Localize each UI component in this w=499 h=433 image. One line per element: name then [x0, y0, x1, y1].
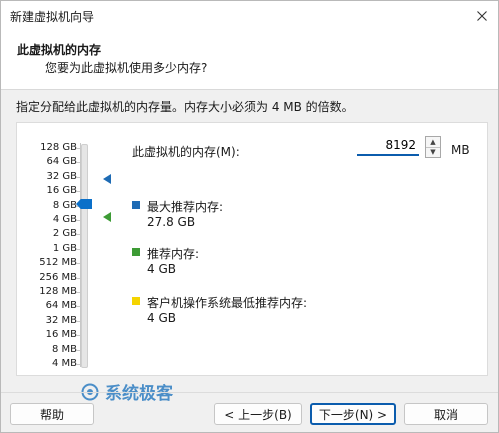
help-button[interactable]: 帮助	[10, 403, 94, 425]
memory-panel: 128 GB 64 GB 32 GB 16 GB 8 GB 4 GB 2 GB …	[16, 122, 488, 376]
memory-label: 此虚拟机的内存(M):	[132, 145, 240, 159]
scale-tick	[76, 292, 80, 293]
recommended-swatch	[132, 248, 140, 256]
back-button[interactable]: < 上一步(B)	[214, 403, 302, 425]
scale-tick	[76, 278, 80, 279]
scale-label: 32 GB	[46, 171, 77, 182]
recommended-title: 推荐内存:	[147, 247, 200, 261]
chevron-up-icon: ▲	[430, 138, 436, 146]
memory-slider-thumb[interactable]	[76, 199, 92, 209]
scale-tick	[76, 306, 80, 307]
scale-label: 512 MB	[39, 257, 77, 268]
scale-label: 4 MB	[51, 358, 77, 369]
scale-label: 4 GB	[52, 214, 77, 225]
scale-label: 8 GB	[52, 200, 77, 211]
max-recommended-value: 27.8 GB	[147, 215, 196, 229]
scale-label: 64 GB	[46, 156, 77, 167]
spin-buttons: ▲ ▼	[425, 136, 441, 158]
new-vm-wizard-window: 新建虚拟机向导 此虚拟机的内存 您要为此虚拟机使用多少内存? 指定分配给此虚拟机…	[0, 0, 499, 433]
close-button[interactable]	[472, 6, 492, 26]
page-title: 此虚拟机的内存	[17, 43, 102, 57]
scale-tick	[76, 335, 80, 336]
window-title: 新建虚拟机向导	[10, 10, 95, 24]
spin-down-button[interactable]: ▼	[426, 147, 440, 157]
memory-unit: MB	[451, 143, 470, 157]
wizard-header: 此虚拟机的内存 您要为此虚拟机使用多少内存?	[1, 31, 498, 90]
scale-tick	[76, 162, 80, 163]
memory-slider-track[interactable]	[81, 144, 88, 368]
page-subtitle: 您要为此虚拟机使用多少内存?	[45, 61, 208, 75]
scale-tick	[76, 350, 80, 351]
scale-label: 128 MB	[39, 286, 77, 297]
instruction-text: 指定分配给此虚拟机的内存量。内存大小必须为 4 MB 的倍数。	[16, 100, 354, 114]
max-recommended-title: 最大推荐内存:	[147, 200, 224, 214]
scale-label: 256 MB	[39, 272, 77, 283]
scale-label: 8 MB	[51, 344, 77, 355]
guest-minimum-value: 4 GB	[147, 311, 176, 325]
scale-label: 16 MB	[45, 329, 77, 340]
scale-label: 32 MB	[45, 315, 77, 326]
scale-label: 64 MB	[45, 300, 77, 311]
max-recommended-marker-icon	[103, 174, 111, 184]
memory-scale: 128 GB 64 GB 32 GB 16 GB 8 GB 4 GB 2 GB …	[17, 123, 77, 375]
scale-tick	[76, 191, 80, 192]
scale-tick	[76, 220, 80, 221]
scale-tick	[76, 364, 80, 365]
max-recommended-swatch	[132, 201, 140, 209]
scale-label: 1 GB	[52, 243, 77, 254]
scale-tick	[76, 249, 80, 250]
guest-minimum-swatch	[132, 297, 140, 305]
scale-tick	[76, 177, 80, 178]
next-button[interactable]: 下一步(N) >	[310, 403, 396, 425]
close-icon	[477, 11, 487, 21]
title-bar: 新建虚拟机向导	[1, 1, 498, 31]
chevron-down-icon: ▼	[430, 148, 436, 156]
recommended-marker-icon	[103, 212, 111, 222]
scale-label: 16 GB	[46, 185, 77, 196]
scale-tick	[76, 234, 80, 235]
scale-tick	[76, 263, 80, 264]
recommended-value: 4 GB	[147, 262, 176, 276]
guest-minimum-title: 客户机操作系统最低推荐内存:	[147, 296, 308, 310]
memory-spinbox: ▲ ▼	[357, 136, 443, 158]
scale-label: 128 GB	[40, 142, 77, 153]
cancel-button[interactable]: 取消	[404, 403, 488, 425]
scale-tick	[76, 148, 80, 149]
footer-divider	[1, 392, 498, 393]
scale-tick	[76, 321, 80, 322]
memory-input[interactable]	[357, 136, 419, 156]
scale-label: 2 GB	[52, 228, 77, 239]
